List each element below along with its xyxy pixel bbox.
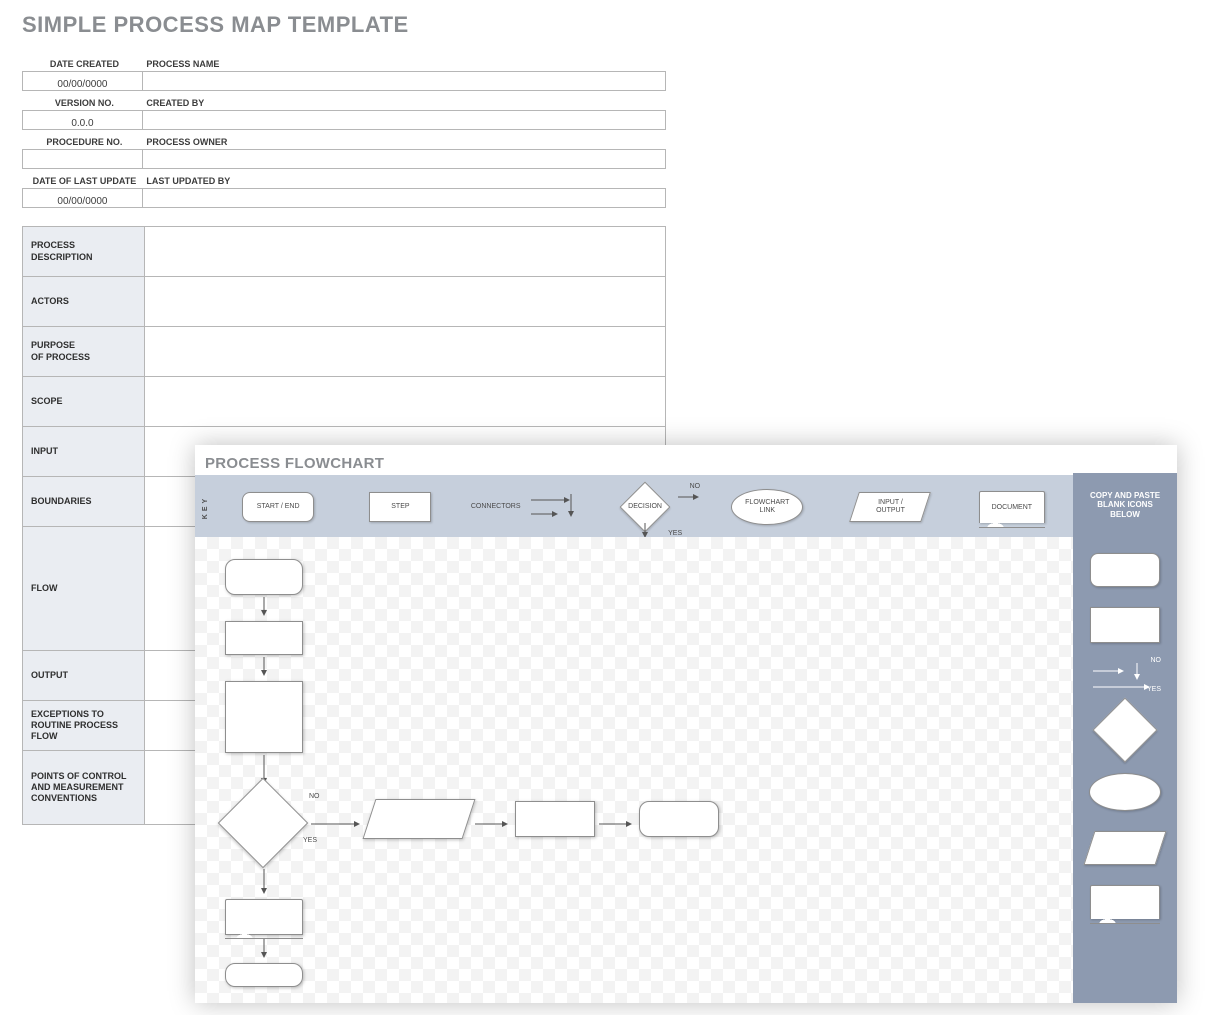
meta-table: DATE CREATEDPROCESS NAME00/00/0000VERSIO…: [22, 52, 666, 208]
key-connectors[interactable]: CONNECTORS: [462, 475, 584, 539]
meta-right-label-2: PROCESS OWNER: [142, 130, 665, 150]
paste-parallelogram[interactable]: [1083, 831, 1166, 865]
meta-left-label-3: DATE OF LAST UPDATE: [23, 169, 143, 189]
decision-yes-label: YES: [668, 530, 682, 537]
meta-right-label-3: LAST UPDATED BY: [142, 169, 665, 189]
meta-right-label-1: CREATED BY: [142, 91, 665, 111]
key-connectors-label: CONNECTORS: [471, 503, 521, 511]
detail-value-0[interactable]: [145, 227, 666, 277]
key-terminator[interactable]: START / END: [217, 475, 339, 539]
canvas-arrow-h3: [599, 820, 635, 828]
detail-label-5: BOUNDARIES: [23, 477, 145, 527]
canvas-io[interactable]: [363, 799, 476, 839]
step-icon: STEP: [369, 492, 431, 522]
key-step-label: STEP: [391, 503, 409, 511]
flowchart-panel: PROCESS FLOWCHART KEY START / END STEP C…: [195, 445, 1177, 1003]
canvas-terminator-3[interactable]: [225, 963, 303, 987]
decision-no-label: NO: [690, 483, 701, 490]
terminator-icon: START / END: [242, 492, 314, 522]
flowchart-canvas[interactable]: NO YES: [195, 537, 1073, 1003]
canvas-yes-label: YES: [303, 837, 317, 844]
key-link[interactable]: FLOWCHART LINK: [706, 475, 828, 539]
meta-left-value-2[interactable]: [23, 150, 143, 169]
page-title: SIMPLE PROCESS MAP TEMPLATE: [0, 0, 1218, 44]
paste-document[interactable]: [1090, 885, 1160, 919]
paste-ellipse[interactable]: [1089, 773, 1161, 811]
key-io[interactable]: INPUT / OUTPUT: [828, 475, 950, 539]
detail-value-2[interactable]: [145, 327, 666, 377]
paste-header: COPY AND PASTE BLANK ICONS BELOW: [1073, 473, 1177, 537]
meta-right-value-3[interactable]: [142, 189, 665, 208]
canvas-arrow-v1: [260, 597, 268, 619]
canvas-terminator-1[interactable]: [225, 559, 303, 595]
meta-left-value-1[interactable]: 0.0.0: [23, 111, 143, 130]
key-link-label: FLOWCHART LINK: [745, 499, 789, 514]
document-icon: DOCUMENT: [979, 491, 1045, 523]
detail-value-1[interactable]: [145, 277, 666, 327]
key-document[interactable]: DOCUMENT: [951, 475, 1073, 539]
meta-right-value-1[interactable]: [142, 111, 665, 130]
connector-icon: [529, 492, 575, 522]
detail-label-8: EXCEPTIONS TOROUTINE PROCESS FLOW: [23, 701, 145, 751]
canvas-arrow-h2: [475, 820, 511, 828]
canvas-arrow-v2: [260, 657, 268, 679]
detail-label-6: FLOW: [23, 527, 145, 651]
key-terminator-label: START / END: [257, 503, 300, 511]
detail-value-3[interactable]: [145, 377, 666, 427]
canvas-decision[interactable]: [218, 778, 309, 869]
canvas-document[interactable]: [225, 899, 303, 935]
paste-diamond[interactable]: [1092, 697, 1157, 762]
key-decision[interactable]: DECISION NO YES: [584, 475, 706, 539]
parallelogram-icon: INPUT / OUTPUT: [849, 492, 931, 522]
paste-terminator[interactable]: [1090, 553, 1160, 587]
paste-no-label: NO: [1151, 657, 1162, 664]
paste-arrows[interactable]: NO YES: [1089, 663, 1161, 687]
ellipse-icon: FLOWCHART LINK: [731, 489, 803, 525]
detail-label-1: ACTORS: [23, 277, 145, 327]
flowchart-title: PROCESS FLOWCHART: [195, 445, 1177, 475]
canvas-terminator-2[interactable]: [639, 801, 719, 837]
meta-left-label-0: DATE CREATED: [23, 52, 143, 72]
key-label-text: KEY: [203, 495, 210, 518]
canvas-arrow-v4: [260, 869, 268, 897]
key-io-label: INPUT / OUTPUT: [875, 499, 904, 514]
canvas-step-1[interactable]: [225, 621, 303, 655]
paste-step[interactable]: [1090, 607, 1160, 643]
paste-yes-label: YES: [1147, 686, 1161, 693]
detail-label-0: PROCESSDESCRIPTION: [23, 227, 145, 277]
meta-left-value-0[interactable]: 00/00/0000: [23, 72, 143, 91]
key-document-label: DOCUMENT: [992, 504, 1032, 512]
canvas-step-2[interactable]: [225, 681, 303, 753]
detail-label-9: POINTS OF CONTROLAND MEASUREMENTCONVENTI…: [23, 751, 145, 825]
key-step[interactable]: STEP: [339, 475, 461, 539]
meta-left-label-1: VERSION NO.: [23, 91, 143, 111]
detail-label-2: PURPOSEOF PROCESS: [23, 327, 145, 377]
decision-no-arrow-icon: [678, 493, 702, 501]
canvas-step-3[interactable]: [515, 801, 595, 837]
flowchart-key-bar: KEY START / END STEP CONNECTORS DECISION: [195, 475, 1177, 539]
detail-label-7: OUTPUT: [23, 651, 145, 701]
key-decision-label: DECISION: [628, 503, 662, 511]
detail-label-3: SCOPE: [23, 377, 145, 427]
canvas-no-label: NO: [309, 793, 320, 800]
detail-label-4: INPUT: [23, 427, 145, 477]
meta-right-label-0: PROCESS NAME: [142, 52, 665, 72]
paste-column: COPY AND PASTE BLANK ICONS BELOW NO YES: [1073, 473, 1177, 1003]
canvas-arrow-h1: [311, 820, 363, 828]
meta-left-value-3[interactable]: 00/00/0000: [23, 189, 143, 208]
key-label: KEY: [195, 475, 217, 539]
canvas-arrow-v5: [260, 939, 268, 961]
meta-right-value-0[interactable]: [142, 72, 665, 91]
meta-right-value-2[interactable]: [142, 150, 665, 169]
meta-left-label-2: PROCEDURE NO.: [23, 130, 143, 150]
